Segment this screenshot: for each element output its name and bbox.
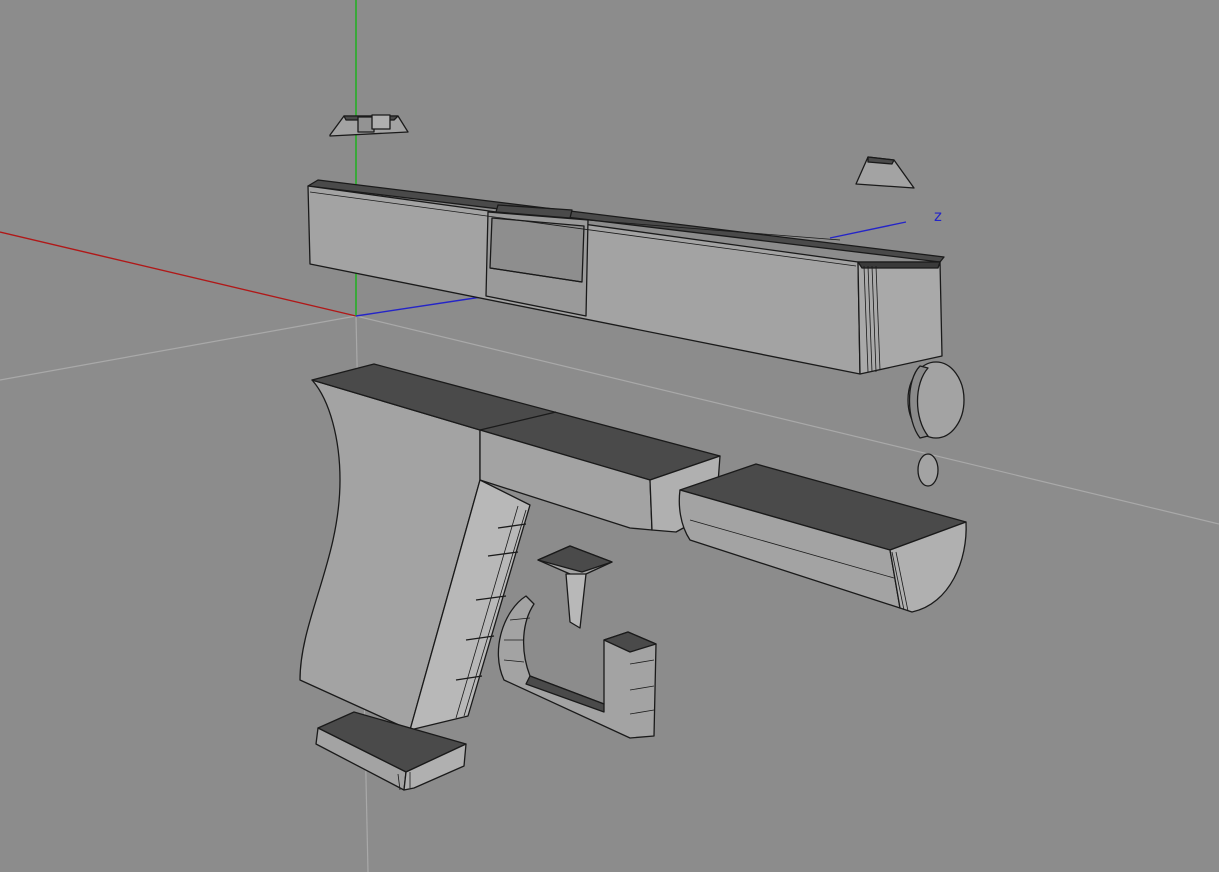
z-axis-label: z xyxy=(934,207,942,225)
barrel-mesh[interactable] xyxy=(678,463,967,613)
front-sight-mesh[interactable] xyxy=(855,156,915,189)
slide-mesh[interactable] xyxy=(307,179,945,375)
z-axis-line-far xyxy=(829,221,907,239)
scene-canvas[interactable]: z xyxy=(0,0,1219,872)
3d-viewport[interactable]: z xyxy=(0,0,1219,872)
magazine-baseplate-mesh[interactable] xyxy=(315,711,467,791)
z-axis-line xyxy=(355,295,489,317)
rear-sight-mesh[interactable] xyxy=(329,114,409,137)
grid-line-left xyxy=(0,315,357,381)
ground-grid xyxy=(0,315,1219,872)
trigger-mesh[interactable] xyxy=(537,545,613,629)
barrel-cap-mesh[interactable] xyxy=(907,361,965,439)
x-axis-line xyxy=(0,231,357,317)
barrel-pin-mesh[interactable] xyxy=(917,453,939,487)
